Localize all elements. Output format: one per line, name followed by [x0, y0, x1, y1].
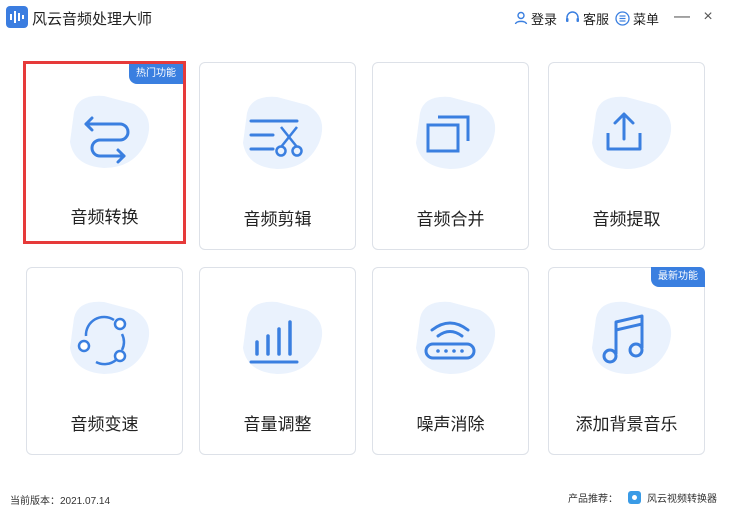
scissors-cut-icon — [243, 96, 323, 169]
music-note-icon — [592, 301, 672, 374]
card-audio-extract[interactable]: 音频提取 — [548, 62, 705, 250]
version-info: 当前版本：2021.07.14 — [10, 496, 111, 507]
card-audio-convert[interactable]: 音频转换 热门功能 — [23, 61, 186, 244]
recommend-label: 产品推荐： — [568, 494, 618, 505]
noise-router-icon — [416, 301, 496, 374]
login-label: 登录 — [531, 11, 558, 27]
card-label: 噪声消除 — [416, 415, 485, 434]
card-volume-adjust[interactable]: 音量调整 — [199, 267, 356, 455]
customer-service-button[interactable]: 客服 — [565, 9, 609, 27]
card-label: 音频合并 — [416, 210, 485, 229]
menu-icon — [615, 10, 630, 26]
service-label: 客服 — [583, 11, 610, 27]
merge-windows-icon — [416, 96, 496, 169]
menu-label: 菜单 — [633, 11, 660, 27]
new-feature-badge: 最新功能 — [651, 267, 705, 287]
extract-upload-icon — [592, 96, 672, 169]
card-label: 音频提取 — [592, 210, 661, 229]
title-bar: 风云音频处理大师 登录 客服 菜单 — × — [0, 0, 729, 36]
speed-circle-icon — [70, 301, 150, 374]
card-noise-removal[interactable]: 噪声消除 — [372, 267, 529, 455]
card-audio-speed[interactable]: 音频变速 — [26, 267, 183, 455]
hot-feature-badge: 热门功能 — [129, 64, 183, 84]
card-audio-merge[interactable]: 音频合并 — [372, 62, 529, 250]
card-label: 添加背景音乐 — [575, 415, 678, 434]
recommend-product-link[interactable]: 风云视频转换器 — [647, 490, 717, 505]
menu-button[interactable]: 菜单 — [615, 9, 659, 27]
convert-arrows-icon — [70, 95, 150, 168]
minimize-button[interactable]: — — [672, 6, 692, 28]
card-label: 音频转换 — [70, 208, 139, 227]
close-button[interactable]: × — [698, 6, 718, 28]
card-audio-cut[interactable]: 音频剪辑 — [199, 62, 356, 250]
card-add-bgm[interactable]: 添加背景音乐 最新功能 — [548, 267, 705, 455]
card-label: 音频剪辑 — [243, 210, 312, 229]
login-button[interactable]: 登录 — [514, 9, 557, 27]
card-label: 音频变速 — [70, 415, 139, 434]
app-title: 风云音频处理大师 — [32, 11, 153, 28]
headset-icon — [566, 11, 579, 22]
app-logo-icon — [6, 6, 28, 28]
card-label: 音量调整 — [243, 415, 312, 434]
volume-bars-icon — [243, 301, 323, 374]
product-recommend: 产品推荐： 风云视频转换器 — [568, 490, 717, 505]
user-icon — [514, 11, 528, 25]
video-converter-icon — [628, 491, 641, 504]
